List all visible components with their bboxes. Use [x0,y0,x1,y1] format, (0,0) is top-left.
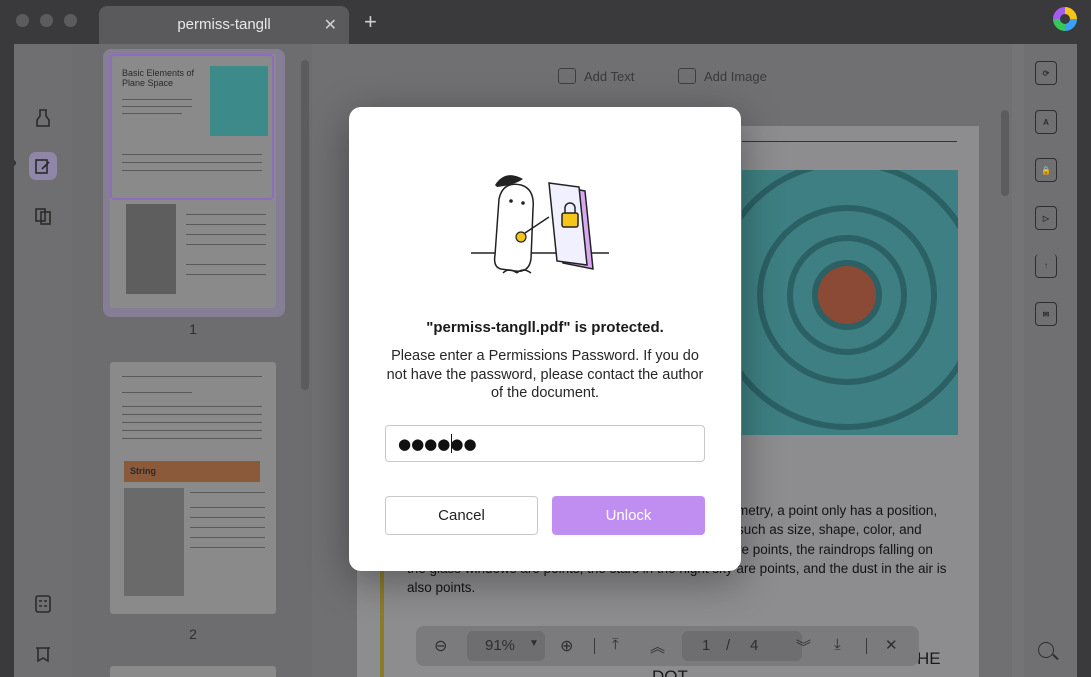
form-icon[interactable] [29,590,57,618]
doc-text-line-1: metry, a point only has a position, [737,503,938,518]
thumb-text-line [122,414,262,415]
zoom-in-icon[interactable]: ⊕ [560,636,573,656]
title-bar: permiss-tangll ✕ + [0,0,1091,44]
doc-heading-fragment: HE [917,649,941,668]
pdfa-icon[interactable]: A [1035,110,1057,134]
doc-text-line-2: such as size, shape, color, and [737,522,922,537]
password-dialog: "permiss-tangll.pdf" is protected. Pleas… [349,107,741,571]
doc-heading-fragment-2: DOT [652,667,688,677]
dialog-title: "permiss-tangll.pdf" is protected. [426,319,664,336]
thumbnail-selection-box [110,54,274,200]
zoom-window-button[interactable] [64,14,77,27]
thumb-text-line [190,527,265,528]
new-tab-button[interactable]: + [364,9,377,35]
thumb-text-line [190,537,265,538]
thumbnail-panel: Basic Elements of Plane Space 1 String 2 [72,44,312,677]
thumb-text-line [190,492,265,493]
thumb-text-line [186,264,266,265]
thumb-text-line [186,234,266,235]
right-toolbar: ⟳ A 🔒 ▷ ↑ ✉ [1024,44,1077,677]
add-image-label: Add Image [704,68,767,84]
close-zoombar-icon[interactable]: ✕ [885,636,898,654]
thumb-highlight-text: String [130,466,156,476]
zoom-select[interactable]: 91% ▼ [467,631,545,661]
thumb-text-line [186,214,266,215]
edit-icon[interactable] [29,152,57,180]
prev-page-icon[interactable]: ︽ [650,636,665,657]
protect-icon[interactable]: 🔒 [1035,158,1057,182]
zoom-out-icon[interactable]: ⊖ [434,636,447,656]
thumb-text-line [190,507,265,508]
tab-title: permiss-tangll [177,16,271,33]
cancel-button[interactable]: Cancel [385,496,538,535]
add-text-button[interactable]: Add Text [558,68,634,84]
image-icon [678,68,696,84]
page-number-2: 2 [189,626,197,642]
page-separator: / [726,637,731,654]
search-icon[interactable] [1038,642,1054,658]
text-box-icon [558,68,576,84]
document-scrollbar[interactable] [1001,110,1009,196]
photo-ring [812,260,882,330]
page-thumbnail-1[interactable]: Basic Elements of Plane Space [110,54,276,308]
zoom-page-bar: ⊖ 91% ▼ ⊕ ⤒ ︽ 1 / 4 ︾ ⤓ ✕ [416,626,919,666]
total-pages-value: 4 [750,637,759,654]
tab-close-icon[interactable]: ✕ [324,15,337,35]
convert-icon[interactable]: ⟳ [1035,61,1057,85]
document-tab[interactable]: permiss-tangll ✕ [99,6,349,44]
thumb-text-line [186,274,266,275]
active-indicator [14,160,16,166]
chevron-down-icon: ▼ [529,638,539,649]
thumb-text-line [122,406,262,407]
minimize-window-button[interactable] [40,14,53,27]
divider [866,638,867,654]
doc-text-line-5: also points. [407,580,476,595]
page-thumbnail-3[interactable] [110,666,276,677]
thumb-photo [124,488,184,596]
thumb-text-line [122,392,192,393]
share-icon[interactable]: ↑ [1035,254,1057,278]
thumb-text-line [122,422,262,423]
page-number-1: 1 [189,321,197,337]
unlock-button[interactable]: Unlock [552,496,705,535]
add-image-button[interactable]: Add Image [678,68,767,84]
zoom-value: 91% [485,637,516,654]
stamp-icon[interactable] [29,640,57,668]
close-window-button[interactable] [16,14,29,27]
thumb-illustration [126,204,176,294]
mail-icon[interactable]: ✉ [1035,302,1057,326]
current-page-value: 1 [702,637,711,654]
thumb-text-line [190,517,265,518]
left-toolbar [14,44,72,677]
page-rule-line [742,141,957,142]
app-logo-icon [1053,7,1077,31]
first-page-icon[interactable]: ⤒ [612,636,619,653]
page-number-box[interactable]: 1 / 4 [682,631,802,661]
last-page-icon[interactable]: ⤓ [834,636,841,653]
pages-icon[interactable] [29,202,57,230]
protected-document-illustration [471,175,609,274]
thumbnail-scrollbar[interactable] [301,60,309,390]
page-thumbnail-2[interactable]: String [110,362,276,614]
thumb-text-line [186,224,266,225]
slideshow-icon[interactable]: ▷ [1035,206,1057,230]
divider [594,638,595,654]
add-text-label: Add Text [584,68,635,84]
thumb-text-line [122,438,262,439]
highlighter-icon[interactable] [29,104,57,132]
doc-text-line-3: re points, the raindrops falling on [737,542,933,557]
thumb-text-line [122,430,262,431]
text-caret [451,434,452,453]
next-page-icon[interactable]: ︾ [796,636,811,657]
thumb-text-line [190,547,265,548]
thumb-text-line [122,376,262,377]
password-input[interactable] [385,425,705,462]
dialog-message: Please enter a Permissions Password. If … [386,348,704,401]
thumb-text-line [186,244,266,245]
page-photo [742,170,958,435]
